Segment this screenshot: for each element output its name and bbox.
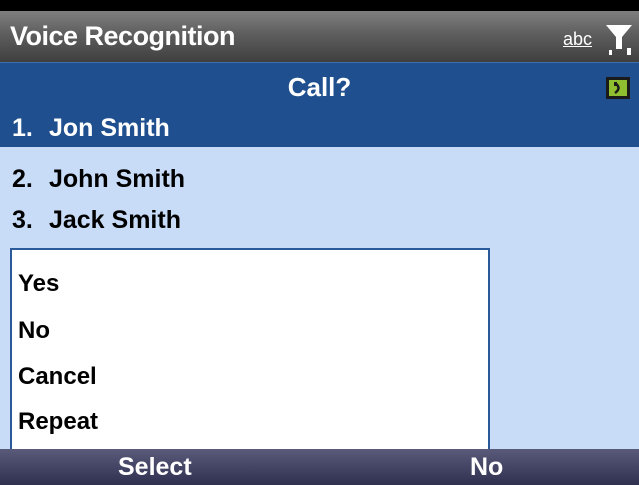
prompt-text: Call?: [287, 72, 352, 102]
candidate-number: 1.: [12, 114, 33, 142]
prompt-header: Call?: [0, 62, 639, 111]
title-bar: Voice Recognition abc: [0, 11, 639, 62]
candidate-item-2[interactable]: 2. John Smith: [0, 161, 639, 198]
candidate-name: Jack Smith: [48, 206, 181, 234]
speaker-icon: [606, 77, 630, 99]
voice-recognition-screen: Voice Recognition abc Call? 1. Jon Smith…: [0, 0, 639, 485]
candidate-name: John Smith: [48, 165, 186, 193]
menu-item-repeat[interactable]: Repeat: [18, 408, 98, 436]
signal-strength-icon: [606, 25, 632, 55]
popup-menu: Yes No Cancel Repeat: [10, 248, 490, 449]
menu-item-no[interactable]: No: [18, 317, 50, 345]
input-mode-indicator: abc: [563, 29, 593, 49]
candidate-name: Jon Smith: [48, 114, 170, 142]
candidate-number: 2.: [12, 165, 33, 193]
candidate-number: 3.: [12, 206, 33, 234]
softkey-bar: Select No: [0, 449, 639, 485]
candidate-item-3[interactable]: 3. Jack Smith: [0, 202, 639, 239]
right-softkey-no[interactable]: No: [470, 453, 503, 482]
menu-item-yes[interactable]: Yes: [18, 270, 59, 298]
menu-item-cancel[interactable]: Cancel: [18, 363, 97, 391]
candidate-item-1[interactable]: 1. Jon Smith: [0, 110, 639, 147]
top-strip: [0, 0, 639, 11]
left-softkey-select[interactable]: Select: [118, 453, 192, 482]
window-title: Voice Recognition: [10, 21, 236, 51]
